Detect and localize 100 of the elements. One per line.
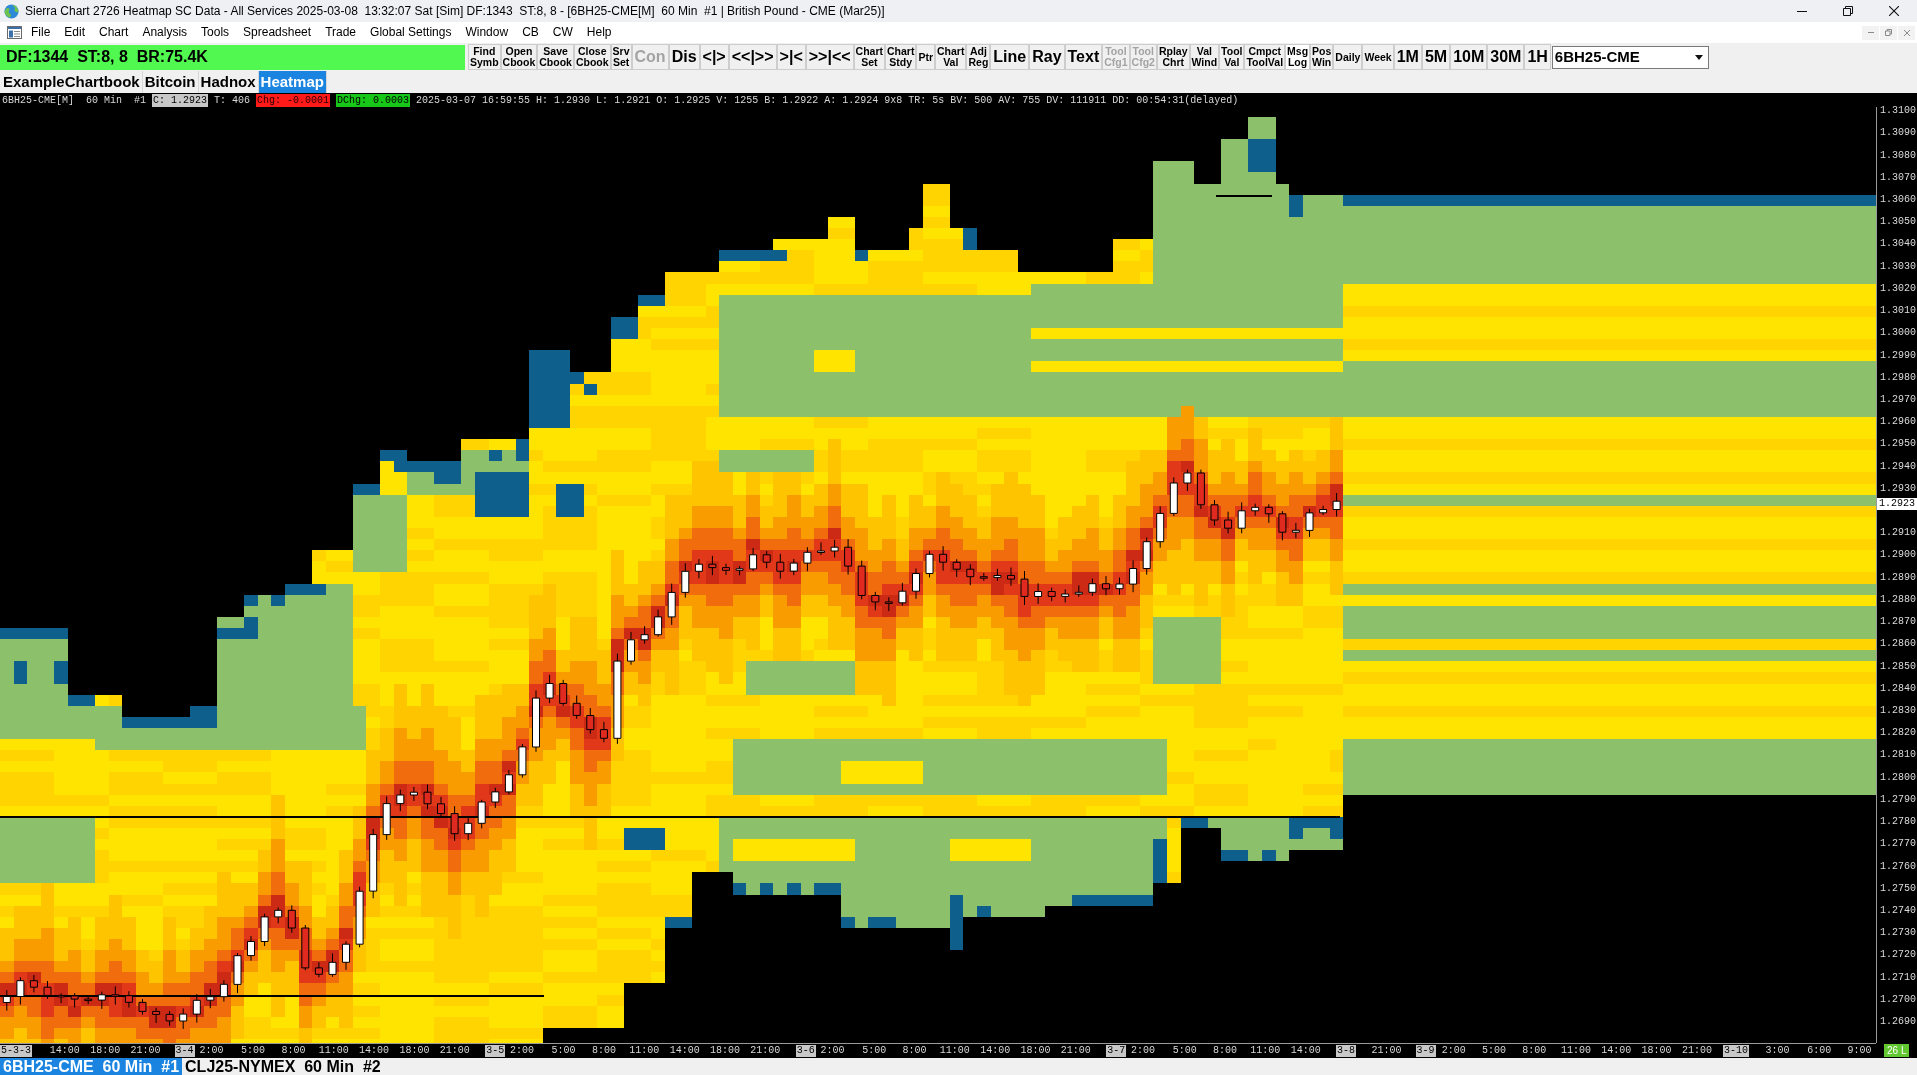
close-button[interactable] [1898, 25, 1915, 40]
toolbar-button[interactable]: Open Cbook [500, 44, 538, 70]
toolbar-button[interactable]: Chart Set [853, 44, 885, 70]
price-label: 1.2890 [1879, 571, 1916, 584]
price-label: 1.2800 [1879, 771, 1916, 784]
chart-tab[interactable]: CLJ25-NYMEX 60 Min #2 [182, 1058, 384, 1075]
toolbar-button[interactable]: Ptr [916, 44, 936, 70]
last-price-marker: 1.2923 [1877, 498, 1917, 511]
status-display: DF:1344 ST:8, 8 BR:75.4K [0, 44, 465, 70]
menu-item[interactable]: CW [545, 22, 580, 43]
price-label: 1.2940 [1879, 460, 1916, 473]
toolbar-button[interactable]: Text [1064, 44, 1103, 70]
toolbar-button[interactable]: Cmpct ToolVal [1244, 44, 1286, 70]
toolbar-button[interactable]: Val Wind [1189, 44, 1220, 70]
time-label: 2:00 [510, 1045, 535, 1057]
price-label: 1.2950 [1879, 438, 1916, 451]
toolbar-button[interactable]: Line [990, 44, 1030, 70]
price-label: 1.2780 [1879, 816, 1916, 829]
price-label: 1.3090 [1879, 127, 1916, 140]
price-label: 1.2790 [1879, 793, 1916, 806]
toolbar-button[interactable]: Daily [1333, 44, 1363, 70]
toolbar-button[interactable]: Srv Set [610, 44, 632, 70]
toolbar-button[interactable]: <<|>> [728, 44, 777, 70]
toolbar-button[interactable]: <|> [699, 44, 729, 70]
price-label: 1.2740 [1879, 905, 1916, 917]
chart-info-text: 2025-03-07 16:59:55 H: 1.2930 L: 1.2921 O: 1.2925 V: 1255 B: 1.2922 A: 1.2924 9x8 TR: 5s BV: 500 AV: 755 DV: 111911 DD: 00:54:31(delayed) [416, 93, 1239, 107]
time-label: 21:00 [750, 1045, 781, 1057]
toolbar-button[interactable]: 1M [1393, 44, 1422, 70]
toolbar-button[interactable]: Save Cbook [537, 44, 574, 70]
minimize-button[interactable] [1862, 25, 1879, 40]
toolbar-button[interactable]: Chart Stdy [885, 44, 917, 70]
close-price-text: C: 1.2923 [152, 93, 209, 107]
minimize-icon [1797, 10, 1807, 12]
time-label: 18:00 [1020, 1045, 1051, 1057]
menu-item[interactable]: Trade [318, 22, 364, 43]
toolbar-button[interactable]: Msg Log [1285, 44, 1311, 70]
symbol-dropdown[interactable]: 6BH25-CME [1551, 45, 1709, 69]
toolbar-button[interactable]: Dis [668, 44, 700, 70]
toolbar-button[interactable]: >|< [776, 44, 806, 70]
date-label: 5-3-3 [0, 1045, 32, 1057]
toolbar-button[interactable]: Find Symb [468, 44, 501, 70]
time-label: 14:00 [980, 1045, 1011, 1057]
time-label: 8:00 [1522, 1045, 1547, 1057]
price-label: 1.3040 [1879, 238, 1916, 251]
toolbar-button[interactable]: 5M [1421, 44, 1451, 70]
horizontal-line [1215, 195, 1273, 197]
price-label: 1.3020 [1879, 282, 1916, 295]
price-label: 1.3030 [1879, 260, 1916, 273]
price-label: 1.2720 [1879, 949, 1916, 962]
toolbar-button[interactable]: >>|<< [805, 44, 854, 70]
menu-item[interactable]: CB [515, 22, 546, 43]
time-label: 14:00 [1601, 1045, 1632, 1057]
menu-item[interactable]: File [24, 22, 58, 43]
menu-item[interactable]: Edit [57, 22, 93, 43]
toolbar-button[interactable]: Pos Win [1310, 44, 1334, 70]
time-label: 21:00 [1060, 1045, 1091, 1057]
time-label: 18:00 [90, 1045, 121, 1057]
price-label: 1.3000 [1879, 327, 1916, 340]
status-badge: 26 L [1884, 1044, 1910, 1057]
price-label: 1.2730 [1879, 927, 1916, 940]
toolbar-button[interactable]: 30M [1487, 44, 1525, 70]
price-label: 1.2870 [1879, 616, 1916, 629]
window-title: Sierra Chart 2726 Heatmap SC Data - All Services 2025-03-08 13:32:07 Sat [Sim] DF:1343 ST:8, 8 - [6BH25-CME[M] 60 Min #1 | British Pound - CME (Mar25)] [25, 3, 885, 20]
price-label: 1.2930 [1879, 482, 1916, 495]
date-label: 3-5 [485, 1045, 506, 1057]
price-label: 1.2760 [1879, 860, 1916, 873]
time-label: 9:00 [1847, 1045, 1872, 1057]
caret-icon [1694, 54, 1703, 60]
menu-item[interactable]: Spreadsheet [236, 22, 319, 43]
time-label: 5:00 [1482, 1045, 1506, 1057]
date-label: 3-8 [1336, 1045, 1357, 1057]
window-icon[interactable] [7, 26, 22, 39]
menu-item[interactable]: Analysis [135, 22, 195, 43]
time-label: 2:00 [1441, 1045, 1466, 1057]
toolbar-button[interactable]: Close Cbook [573, 44, 611, 70]
price-label: 1.3010 [1879, 305, 1916, 318]
menu-item[interactable]: Window [458, 22, 516, 43]
menu-item[interactable]: Help [579, 22, 619, 43]
toolbar-button[interactable]: Ray [1029, 44, 1065, 70]
chart-tab[interactable]: 6BH25-CME 60 Min #1 [0, 1058, 183, 1075]
toolbar-button[interactable]: Chart Val [935, 44, 967, 70]
toolbar-button[interactable]: Week [1362, 44, 1394, 70]
price-label: 1.2830 [1879, 705, 1916, 717]
price-label: 1.2900 [1879, 549, 1916, 562]
time-label: 14:00 [1290, 1045, 1321, 1057]
toolbar-button[interactable]: Rplay Chrt [1156, 44, 1190, 70]
price-label: 1.2860 [1879, 638, 1916, 651]
time-label: 14:00 [49, 1045, 80, 1057]
time-label: 11:00 [939, 1045, 970, 1057]
time-label: 8:00 [902, 1045, 927, 1057]
toolbar-button[interactable]: Tool Val [1219, 44, 1245, 70]
toolbar-button[interactable]: Adj Reg [966, 44, 991, 70]
time-label: 5:00 [862, 1045, 887, 1057]
chartbook-tab[interactable]: Heatmap [258, 71, 327, 93]
menu-item[interactable]: Chart [92, 22, 136, 43]
time-label: 18:00 [1641, 1045, 1672, 1057]
toolbar-button[interactable]: 1H [1524, 44, 1551, 70]
menu-item[interactable]: Global Settings [363, 22, 459, 43]
toolbar-button[interactable]: 10M [1450, 44, 1488, 70]
menu-item[interactable]: Tools [194, 22, 237, 43]
